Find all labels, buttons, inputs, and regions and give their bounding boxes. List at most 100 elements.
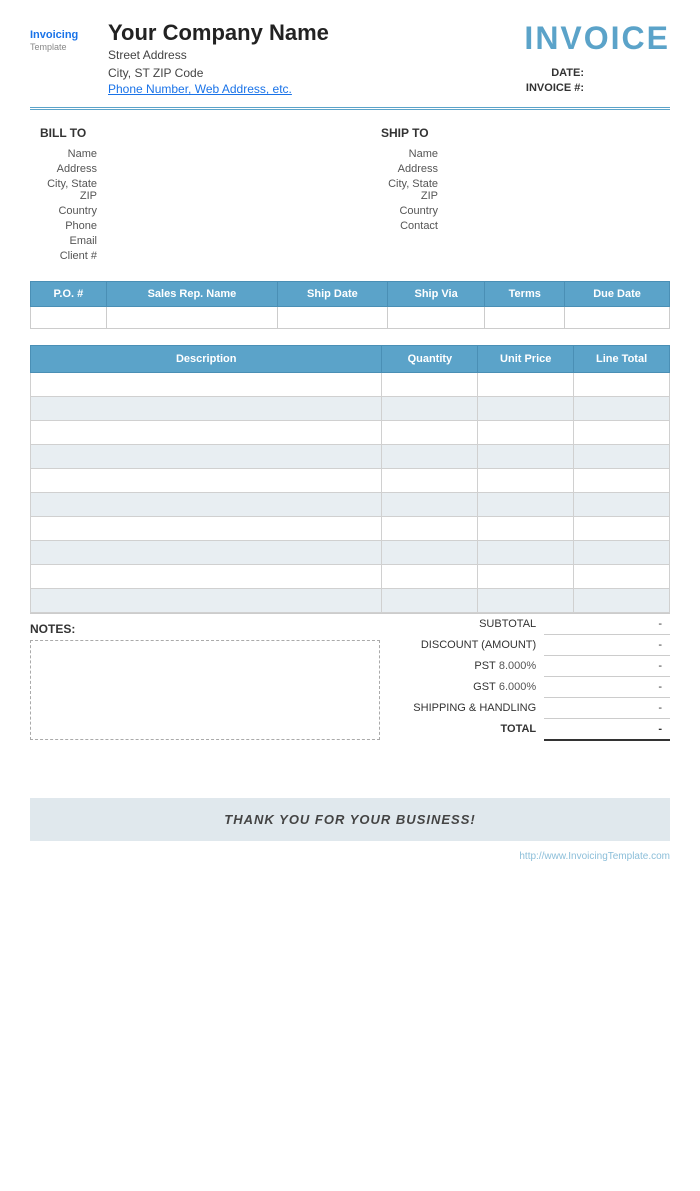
bill-phone-label: Phone: [40, 220, 105, 232]
item-row-1: [31, 397, 670, 421]
item-cell-6-0: [31, 517, 382, 541]
item-cell-9-1: [382, 589, 478, 613]
invoice-title-section: INVOICE DATE: INVOICE #:: [524, 20, 670, 97]
item-cell-5-0: [31, 493, 382, 517]
info-table: P.O. # Sales Rep. Name Ship Date Ship Vi…: [30, 281, 670, 329]
item-row-8: [31, 565, 670, 589]
item-row-2: [31, 421, 670, 445]
ship-to-block: SHIP TO Name Address City, State ZIP Cou…: [381, 126, 660, 265]
ship-name-row: Name: [381, 148, 660, 160]
svg-text:Invoicing: Invoicing: [30, 29, 78, 41]
bill-name-row: Name: [40, 148, 319, 160]
item-row-9: [31, 589, 670, 613]
item-cell-8-1: [382, 565, 478, 589]
item-cell-7-3: [574, 541, 670, 565]
item-cell-4-0: [31, 469, 382, 493]
info-table-header-row: P.O. # Sales Rep. Name Ship Date Ship Vi…: [31, 282, 670, 307]
gst-value: -: [544, 677, 670, 698]
header-divider: [30, 107, 670, 110]
item-cell-2-3: [574, 421, 670, 445]
item-cell-2-1: [382, 421, 478, 445]
svg-text:Template: Template: [30, 42, 67, 52]
items-table: Description Quantity Unit Price Line Tot…: [30, 345, 670, 613]
city-state-zip: City, ST ZIP Code: [108, 64, 329, 82]
bill-address-label: Address: [40, 163, 105, 175]
item-cell-3-2: [478, 445, 574, 469]
item-row-7: [31, 541, 670, 565]
phone-web-link[interactable]: Phone Number, Web Address, etc.: [108, 82, 292, 96]
total-value: -: [544, 719, 670, 741]
discount-value: -: [544, 635, 670, 656]
item-cell-9-0: [31, 589, 382, 613]
item-cell-5-2: [478, 493, 574, 517]
item-cell-0-1: [382, 373, 478, 397]
item-row-0: [31, 373, 670, 397]
ship-date-value: [278, 307, 388, 329]
item-cell-5-3: [574, 493, 670, 517]
item-row-6: [31, 517, 670, 541]
item-cell-1-3: [574, 397, 670, 421]
subtotal-label: SUBTOTAL: [350, 614, 544, 635]
items-header-row: Description Quantity Unit Price Line Tot…: [31, 346, 670, 373]
item-cell-0-0: [31, 373, 382, 397]
totals-section: NOTES: SUBTOTAL - DISCOUNT (AMOUNT) - PS…: [30, 613, 670, 748]
quantity-header: Quantity: [382, 346, 478, 373]
ship-via-header: Ship Via: [387, 282, 485, 307]
ship-contact-label: Contact: [381, 220, 446, 232]
item-cell-8-3: [574, 565, 670, 589]
subtotal-value: -: [544, 614, 670, 635]
pst-label: PST 8.000%: [350, 656, 544, 677]
ship-city-row: City, State ZIP: [381, 178, 660, 202]
item-cell-3-1: [382, 445, 478, 469]
item-cell-6-2: [478, 517, 574, 541]
watermark-text: http://www.InvoicingTemplate.com: [519, 851, 670, 862]
totals-table: SUBTOTAL - DISCOUNT (AMOUNT) - PST 8.000…: [350, 614, 670, 741]
item-cell-0-3: [574, 373, 670, 397]
pst-row: PST 8.000% -: [350, 656, 670, 677]
total-row: TOTAL -: [350, 719, 670, 741]
bill-name-label: Name: [40, 148, 105, 160]
item-cell-1-2: [478, 397, 574, 421]
bill-city-label: City, State ZIP: [40, 178, 105, 202]
item-cell-2-0: [31, 421, 382, 445]
bill-city-row: City, State ZIP: [40, 178, 319, 202]
invoice-num-label: INVOICE #:: [526, 82, 584, 94]
ship-date-header: Ship Date: [278, 282, 388, 307]
company-details: Your Company Name Street Address City, S…: [108, 20, 329, 96]
thank-you-bar: THANK YOU FOR YOUR BUSINESS!: [30, 798, 670, 841]
item-cell-7-2: [478, 541, 574, 565]
discount-row: DISCOUNT (AMOUNT) -: [350, 635, 670, 656]
ship-name-label: Name: [381, 148, 446, 160]
ship-country-row: Country: [381, 205, 660, 217]
item-cell-3-3: [574, 445, 670, 469]
item-row-4: [31, 469, 670, 493]
thank-you-text: THANK YOU FOR YOUR BUSINESS!: [224, 812, 475, 827]
item-cell-4-1: [382, 469, 478, 493]
invoice-meta: DATE: INVOICE #:: [524, 67, 670, 94]
notes-box[interactable]: [30, 640, 380, 740]
item-cell-1-1: [382, 397, 478, 421]
total-label: TOTAL: [350, 719, 544, 741]
company-section: Invoicing Template Your Company Name Str…: [30, 20, 329, 96]
po-value: [31, 307, 107, 329]
shipping-row: SHIPPING & HANDLING -: [350, 698, 670, 719]
bill-address-row: Address: [40, 163, 319, 175]
bill-to-heading: BILL TO: [40, 126, 319, 140]
terms-header: Terms: [485, 282, 565, 307]
gst-label: GST 6.000%: [350, 677, 544, 698]
due-date-value: [565, 307, 670, 329]
bill-email-label: Email: [40, 235, 105, 247]
bill-country-label: Country: [40, 205, 105, 217]
address-section: BILL TO Name Address City, State ZIP Cou…: [30, 126, 670, 265]
date-row: DATE:: [524, 67, 670, 79]
sales-rep-header: Sales Rep. Name: [106, 282, 277, 307]
line-total-header: Line Total: [574, 346, 670, 373]
item-row-3: [31, 445, 670, 469]
subtotal-row: SUBTOTAL -: [350, 614, 670, 635]
thank-you-section: THANK YOU FOR YOUR BUSINESS!: [30, 798, 670, 841]
ship-contact-row: Contact: [381, 220, 660, 232]
item-cell-4-2: [478, 469, 574, 493]
unit-price-header: Unit Price: [478, 346, 574, 373]
description-header: Description: [31, 346, 382, 373]
item-row-5: [31, 493, 670, 517]
